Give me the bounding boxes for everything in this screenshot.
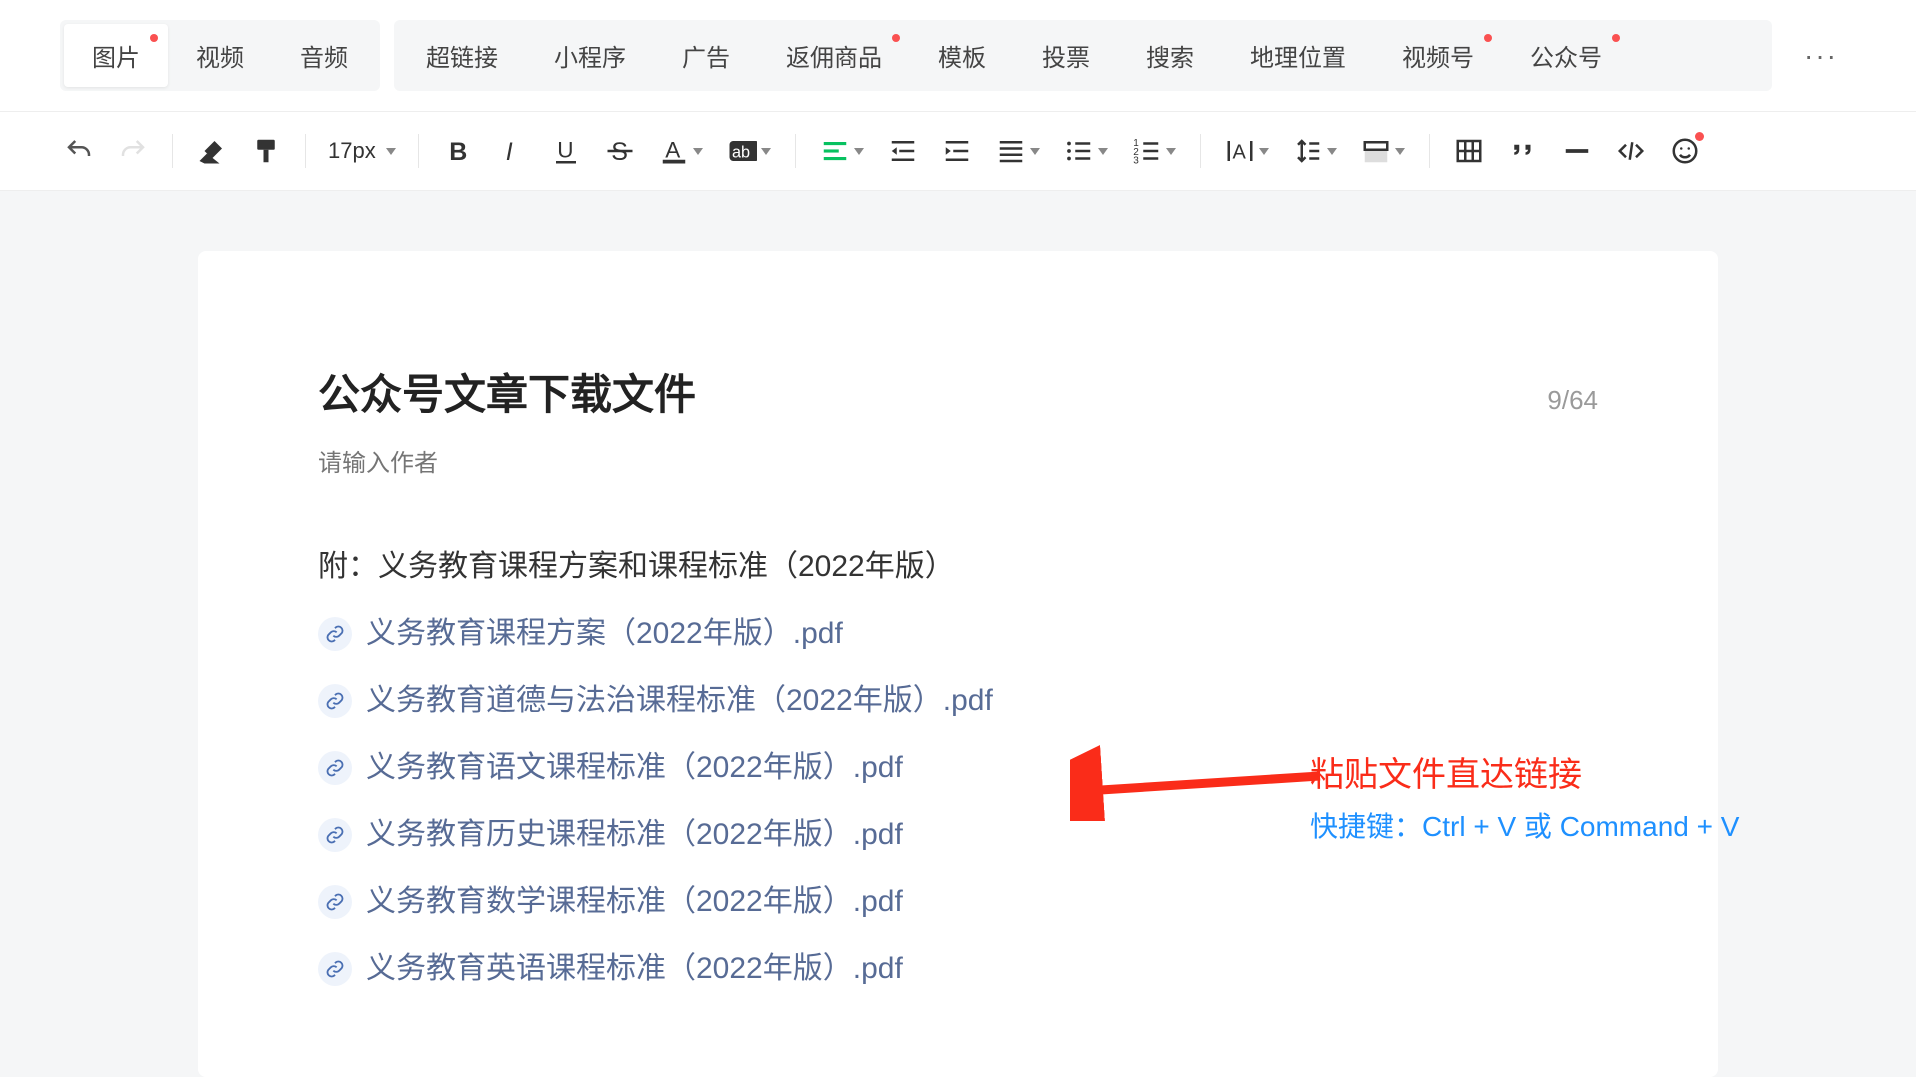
- link-icon: [318, 952, 352, 986]
- annotation-arrow: [1070, 721, 1330, 821]
- svg-text:U: U: [557, 137, 573, 162]
- insert-toolbar: 图片视频音频 超链接小程序广告返佣商品模板投票搜索地理位置视频号公众号 ···: [0, 0, 1916, 111]
- media-tab-2[interactable]: 音频: [272, 24, 376, 87]
- file-link-text: 义务教育英语课程标准（2022年版）.pdf: [366, 940, 903, 997]
- svg-text:3: 3: [1133, 156, 1139, 167]
- svg-text:I: I: [505, 138, 512, 166]
- line-height-button[interactable]: [1287, 130, 1343, 172]
- undo-button[interactable]: [58, 130, 100, 172]
- annotation-text-red: 粘贴文件直达链接: [1310, 747, 1582, 796]
- format-toolbar-wrap: 17px B I U S A ab 123 A: [0, 111, 1916, 191]
- svg-text:ab: ab: [732, 143, 750, 161]
- bullet-list-button[interactable]: [1058, 130, 1114, 172]
- file-link-row[interactable]: 义务教育英语课程标准（2022年版）.pdf: [318, 940, 1598, 997]
- letter-spacing-button[interactable]: A: [1219, 130, 1275, 172]
- align-left-button[interactable]: [814, 130, 870, 172]
- file-link-row[interactable]: 义务教育课程方案（2022年版）.pdf: [318, 605, 1598, 662]
- insert-tab-4[interactable]: 模板: [910, 24, 1014, 87]
- insert-tab-6[interactable]: 搜索: [1118, 24, 1222, 87]
- separator: [1429, 134, 1430, 168]
- indent-decrease-button[interactable]: [882, 130, 924, 172]
- clear-format-button[interactable]: [191, 130, 233, 172]
- paragraph-spacing-button[interactable]: [990, 130, 1046, 172]
- code-button[interactable]: [1610, 130, 1652, 172]
- link-icon: [318, 684, 352, 718]
- blockquote-button[interactable]: [1502, 130, 1544, 172]
- insert-tab-3[interactable]: 返佣商品: [758, 24, 910, 87]
- highlight-color-button[interactable]: ab: [721, 130, 777, 172]
- file-link-text: 义务教育历史课程标准（2022年版）.pdf: [366, 806, 903, 863]
- insert-tab-0[interactable]: 超链接: [398, 24, 526, 87]
- svg-text:A: A: [665, 137, 680, 162]
- insert-tab-9[interactable]: 公众号: [1502, 24, 1630, 87]
- editor-canvas: 公众号文章下载文件 9/64 附：义务教育课程方案和课程标准（2022年版） 义…: [0, 191, 1916, 1077]
- italic-button[interactable]: I: [491, 130, 533, 172]
- file-link-row[interactable]: 义务教育数学课程标准（2022年版）.pdf: [318, 873, 1598, 930]
- chevron-down-icon: [693, 148, 703, 155]
- divider-button[interactable]: [1556, 130, 1598, 172]
- notification-dot: [150, 34, 158, 42]
- format-toolbar: 17px B I U S A ab 123 A: [0, 112, 1916, 190]
- chevron-down-icon: [1327, 148, 1337, 155]
- annotation-text-blue: 快捷键：Ctrl + V 或 Command + V: [1310, 805, 1739, 845]
- more-icon[interactable]: ···: [1786, 26, 1856, 86]
- title-char-counter: 9/64: [1547, 385, 1598, 416]
- emoji-button[interactable]: [1664, 130, 1706, 172]
- text-color-button[interactable]: A: [653, 130, 709, 172]
- link-icon: [318, 617, 352, 651]
- notification-dot: [1695, 132, 1704, 141]
- chevron-down-icon: [1030, 148, 1040, 155]
- chevron-down-icon: [761, 148, 771, 155]
- insert-tab-7[interactable]: 地理位置: [1222, 24, 1374, 87]
- separator: [172, 134, 173, 168]
- insert-tab-2[interactable]: 广告: [654, 24, 758, 87]
- author-input[interactable]: [318, 450, 1598, 478]
- link-icon: [318, 751, 352, 785]
- format-painter-button[interactable]: [245, 130, 287, 172]
- strikethrough-button[interactable]: S: [599, 130, 641, 172]
- file-link-text: 义务教育课程方案（2022年版）.pdf: [366, 605, 843, 662]
- media-tab-1[interactable]: 视频: [168, 24, 272, 87]
- underline-button[interactable]: U: [545, 130, 587, 172]
- svg-text:A: A: [1232, 142, 1246, 164]
- svg-text:B: B: [449, 138, 467, 166]
- insert-tab-1[interactable]: 小程序: [526, 24, 654, 87]
- title-input[interactable]: 公众号文章下载文件: [318, 361, 1527, 422]
- indent-increase-button[interactable]: [936, 130, 978, 172]
- insert-tab-group: 超链接小程序广告返佣商品模板投票搜索地理位置视频号公众号: [394, 20, 1772, 91]
- font-size-select[interactable]: 17px: [324, 138, 400, 164]
- notification-dot: [892, 34, 900, 42]
- background-color-button[interactable]: [1355, 130, 1411, 172]
- attachment-heading: 附：义务教育课程方案和课程标准（2022年版）: [318, 538, 1598, 595]
- separator: [418, 134, 419, 168]
- table-button[interactable]: [1448, 130, 1490, 172]
- chevron-down-icon: [1395, 148, 1405, 155]
- separator: [305, 134, 306, 168]
- separator: [1200, 134, 1201, 168]
- redo-button[interactable]: [112, 130, 154, 172]
- notification-dot: [1484, 34, 1492, 42]
- chevron-down-icon: [854, 148, 864, 155]
- media-tab-group: 图片视频音频: [60, 20, 380, 91]
- file-link-text: 义务教育道德与法治课程标准（2022年版）.pdf: [366, 672, 993, 729]
- file-link-text: 义务教育语文课程标准（2022年版）.pdf: [366, 739, 903, 796]
- file-link-row[interactable]: 义务教育道德与法治课程标准（2022年版）.pdf: [318, 672, 1598, 729]
- chevron-down-icon: [386, 148, 396, 155]
- chevron-down-icon: [1259, 148, 1269, 155]
- notification-dot: [1612, 34, 1620, 42]
- link-icon: [318, 818, 352, 852]
- font-size-value: 17px: [328, 138, 376, 164]
- chevron-down-icon: [1098, 148, 1108, 155]
- bold-button[interactable]: B: [437, 130, 479, 172]
- chevron-down-icon: [1166, 148, 1176, 155]
- insert-tab-8[interactable]: 视频号: [1374, 24, 1502, 87]
- separator: [795, 134, 796, 168]
- media-tab-0[interactable]: 图片: [64, 24, 168, 87]
- ordered-list-button[interactable]: 123: [1126, 130, 1182, 172]
- insert-tab-5[interactable]: 投票: [1014, 24, 1118, 87]
- file-link-text: 义务教育数学课程标准（2022年版）.pdf: [366, 873, 903, 930]
- link-icon: [318, 885, 352, 919]
- editor-paper[interactable]: 公众号文章下载文件 9/64 附：义务教育课程方案和课程标准（2022年版） 义…: [198, 251, 1718, 1077]
